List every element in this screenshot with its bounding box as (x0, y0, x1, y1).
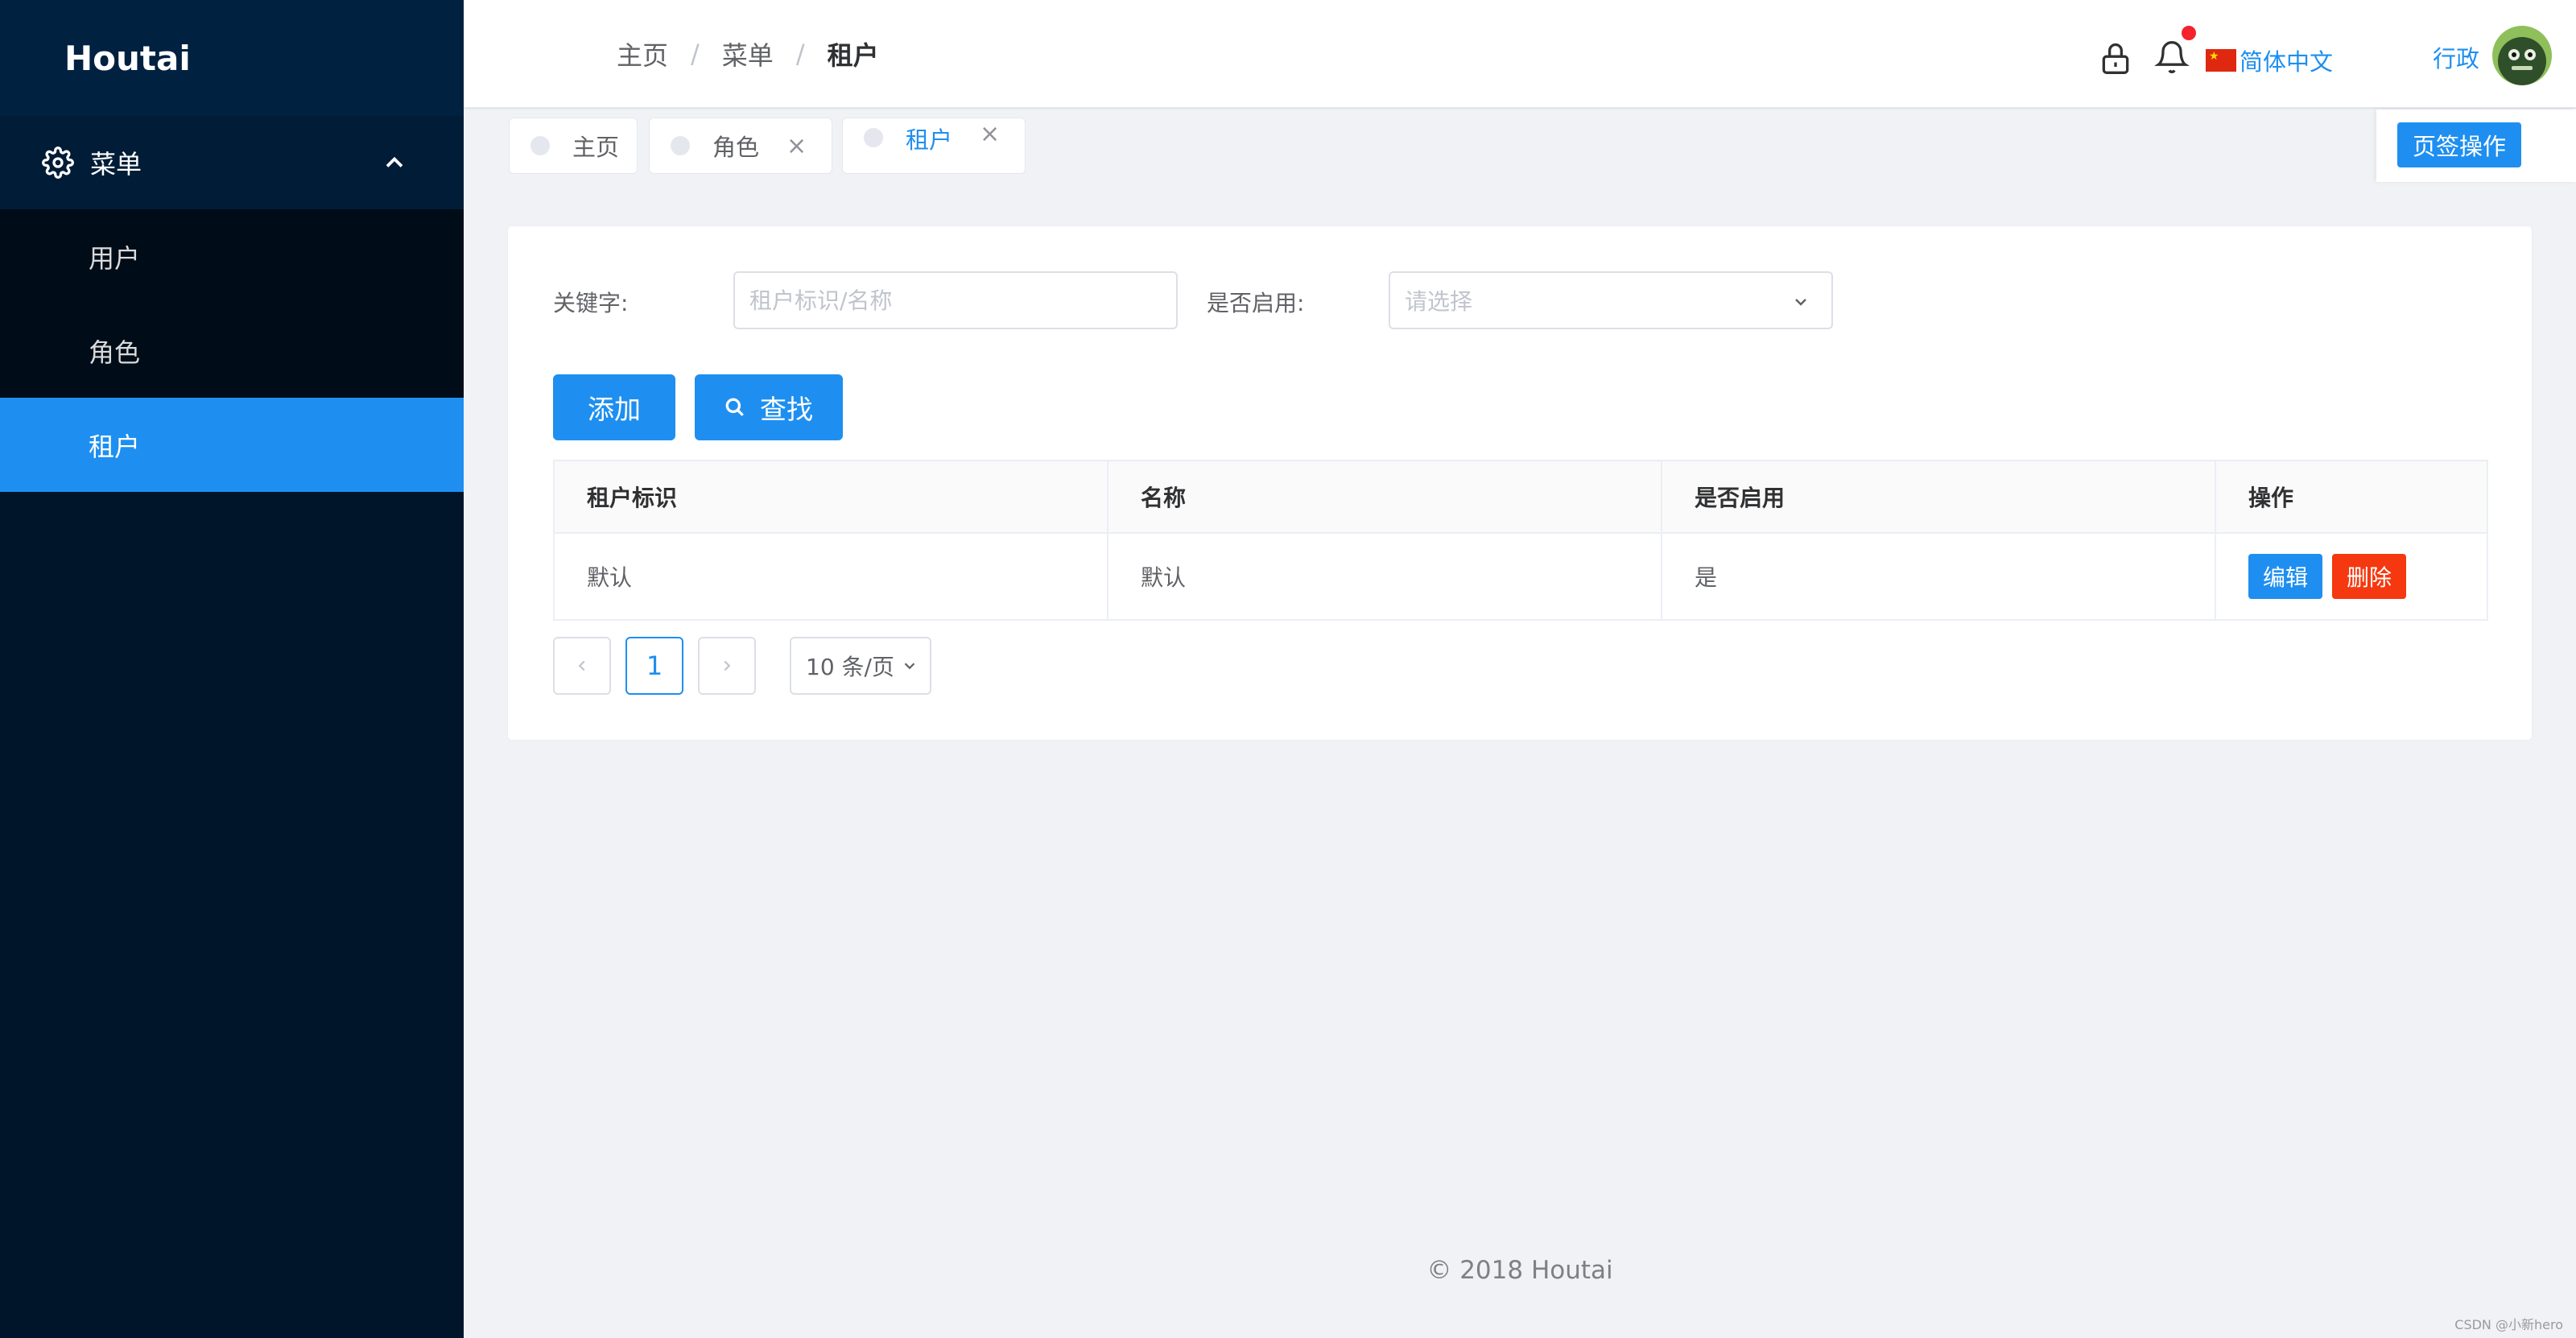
enabled-select-placeholder: 请选择 (1405, 288, 1473, 315)
breadcrumb-home[interactable]: 主页 (617, 35, 668, 72)
app-logo-text: Houtai (64, 38, 191, 78)
page-size-select[interactable]: 10 条/页 (790, 637, 931, 695)
column-header-tenant-id: 租户标识 (555, 461, 1108, 534)
sidebar-item-label: 角色 (89, 337, 141, 368)
bell-icon[interactable] (2154, 37, 2190, 77)
column-header-enabled: 是否启用 (1662, 461, 2216, 534)
breadcrumb-menu[interactable]: 菜单 (722, 35, 774, 72)
avatar-image-icon (2492, 26, 2552, 85)
tag-label: 租户 (906, 126, 953, 154)
tags-bar: 主页 角色 × 租户 × 页签操作 (464, 109, 2576, 182)
table-header-row: 租户标识 名称 是否启用 操作 (555, 461, 2487, 534)
sidebar-group-label: 菜单 (90, 149, 142, 180)
chevron-down-icon (1795, 299, 1806, 306)
notification-badge (2182, 26, 2196, 40)
delete-button[interactable]: 删除 (2332, 554, 2407, 599)
avatar[interactable] (2492, 26, 2552, 85)
column-header-name: 名称 (1108, 461, 1662, 534)
tenant-list-card: 关键字: 是否启用: 请选择 添加 查找 租户标识 名称 是否启用 操作 默认 … (507, 225, 2533, 741)
chevron-down-icon (904, 663, 915, 670)
column-header-actions: 操作 (2216, 461, 2487, 534)
tag-label: 主页 (572, 134, 620, 161)
keyword-label: 关键字: (553, 290, 629, 316)
tag-dot-icon (530, 136, 550, 155)
tag-operations-button[interactable]: 页签操作 (2397, 122, 2521, 167)
keyword-input[interactable] (733, 271, 1178, 329)
lock-icon[interactable] (2098, 39, 2133, 77)
breadcrumb: 主页 / 菜单 / 租户 (617, 35, 879, 72)
sidebar-submenu: 用户 角色 租户 (0, 209, 464, 492)
add-button[interactable]: 添加 (553, 374, 675, 440)
enabled-select[interactable]: 请选择 (1389, 271, 1833, 329)
cell-actions: 编辑 删除 (2216, 534, 2487, 619)
user-name[interactable]: 行政 (2433, 40, 2479, 74)
search-button[interactable]: 查找 (695, 374, 843, 440)
tag-home[interactable]: 主页 (509, 118, 638, 174)
tag-dot-icon (671, 136, 690, 155)
table-row: 默认 默认 是 编辑 删除 (555, 534, 2487, 619)
tenant-table: 租户标识 名称 是否启用 操作 默认 默认 是 编辑 删除 (553, 460, 2488, 621)
tags-operations-area: 页签操作 (2376, 109, 2576, 182)
sidebar: Houtai 菜单 用户 角色 租户 (0, 0, 464, 1338)
close-icon[interactable]: × (980, 120, 1000, 148)
language-switcher[interactable]: ★ 简体中文 (2206, 43, 2333, 77)
cell-tenant-id: 默认 (555, 534, 1108, 619)
tag-dot-icon (864, 128, 883, 147)
language-label: 简体中文 (2240, 48, 2334, 76)
tag-label: 角色 (712, 134, 760, 161)
cell-enabled: 是 (1662, 534, 2216, 619)
sidebar-item-roles[interactable]: 角色 (0, 304, 464, 398)
sidebar-item-label: 租户 (89, 431, 141, 462)
edit-button[interactable]: 编辑 (2248, 554, 2323, 599)
chevron-left-icon (578, 660, 585, 671)
chevron-right-icon (724, 660, 731, 671)
page-size-label: 10 条/页 (806, 654, 894, 680)
tag-tenants[interactable]: 租户 × (842, 118, 1026, 174)
search-button-label: 查找 (760, 394, 813, 425)
footer-copyright: © 2018 Houtai (1426, 1256, 1613, 1285)
breadcrumb-current: 租户 (827, 40, 879, 71)
enabled-label: 是否启用: (1207, 290, 1305, 316)
cell-name: 默认 (1108, 534, 1662, 619)
sidebar-item-users[interactable]: 用户 (0, 209, 464, 304)
top-header: 主页 / 菜单 / 租户 ★ 简体中文 行政 (464, 0, 2576, 108)
prev-page-button[interactable] (553, 637, 611, 695)
sidebar-item-label: 用户 (89, 242, 141, 274)
app-logo[interactable]: Houtai (0, 0, 464, 116)
sidebar-group-menu[interactable]: 菜单 (0, 116, 464, 209)
next-page-button[interactable] (698, 637, 756, 695)
search-icon (725, 398, 744, 416)
watermark: CSDN @小新hero (2454, 1317, 2563, 1332)
china-flag-icon: ★ (2206, 49, 2236, 72)
tag-roles[interactable]: 角色 × (649, 118, 832, 174)
gear-icon (42, 147, 74, 179)
page-number-current[interactable]: 1 (625, 637, 683, 695)
sidebar-item-tenants[interactable]: 租户 (0, 398, 464, 492)
close-icon[interactable]: × (786, 132, 807, 160)
breadcrumb-separator: / (691, 39, 700, 69)
chevron-up-icon (386, 156, 403, 167)
breadcrumb-separator: / (795, 39, 805, 69)
